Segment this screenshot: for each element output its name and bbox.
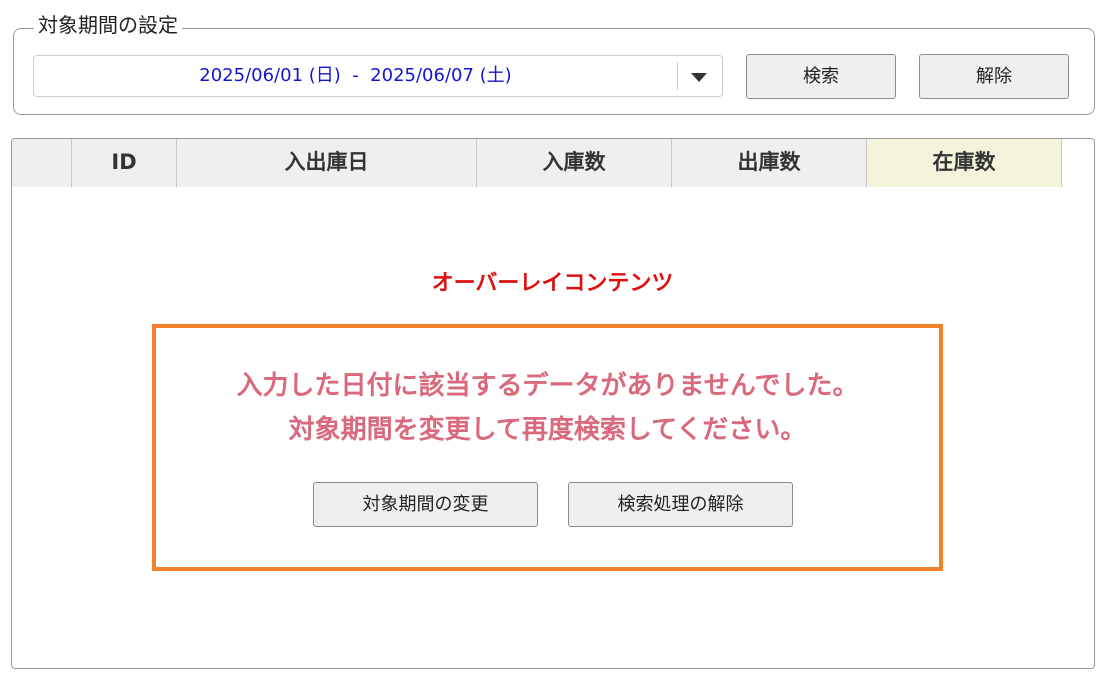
column-header-outgoing[interactable]: 出庫数 [672, 139, 867, 187]
date-range-value: 2025/06/01 (日) - 2025/06/07 (土) [199, 65, 512, 86]
select-divider [677, 62, 678, 90]
grid-header: ID 入出庫日 入庫数 出庫数 在庫数 [12, 139, 1062, 187]
change-period-button[interactable]: 対象期間の変更 [313, 482, 538, 527]
column-header-incoming[interactable]: 入庫数 [477, 139, 672, 187]
column-header-stock[interactable]: 在庫数 [867, 139, 1062, 187]
column-header-select[interactable] [12, 139, 72, 187]
date-range-select[interactable]: 2025/06/01 (日) - 2025/06/07 (土) [33, 55, 723, 97]
overlay-title: オーバーレイコンテンツ [431, 271, 674, 296]
no-data-overlay: 入力した日付に該当するデータがありませんでした。 対象期間を変更して再度検索して… [152, 324, 943, 571]
chevron-down-icon[interactable] [691, 73, 707, 82]
clear-button[interactable]: 解除 [919, 54, 1069, 99]
column-header-date[interactable]: 入出庫日 [177, 139, 477, 187]
no-data-message-line1: 入力した日付に該当するデータがありませんでした。 [236, 371, 859, 401]
release-search-button[interactable]: 検索処理の解除 [568, 482, 793, 527]
search-button[interactable]: 検索 [746, 54, 896, 99]
no-data-message: 入力した日付に該当するデータがありませんでした。 対象期間を変更して再度検索して… [156, 364, 939, 452]
column-header-id[interactable]: ID [72, 139, 177, 187]
period-settings-legend: 対象期間の設定 [34, 11, 182, 39]
no-data-message-line2: 対象期間を変更して再度検索してください。 [288, 415, 807, 445]
